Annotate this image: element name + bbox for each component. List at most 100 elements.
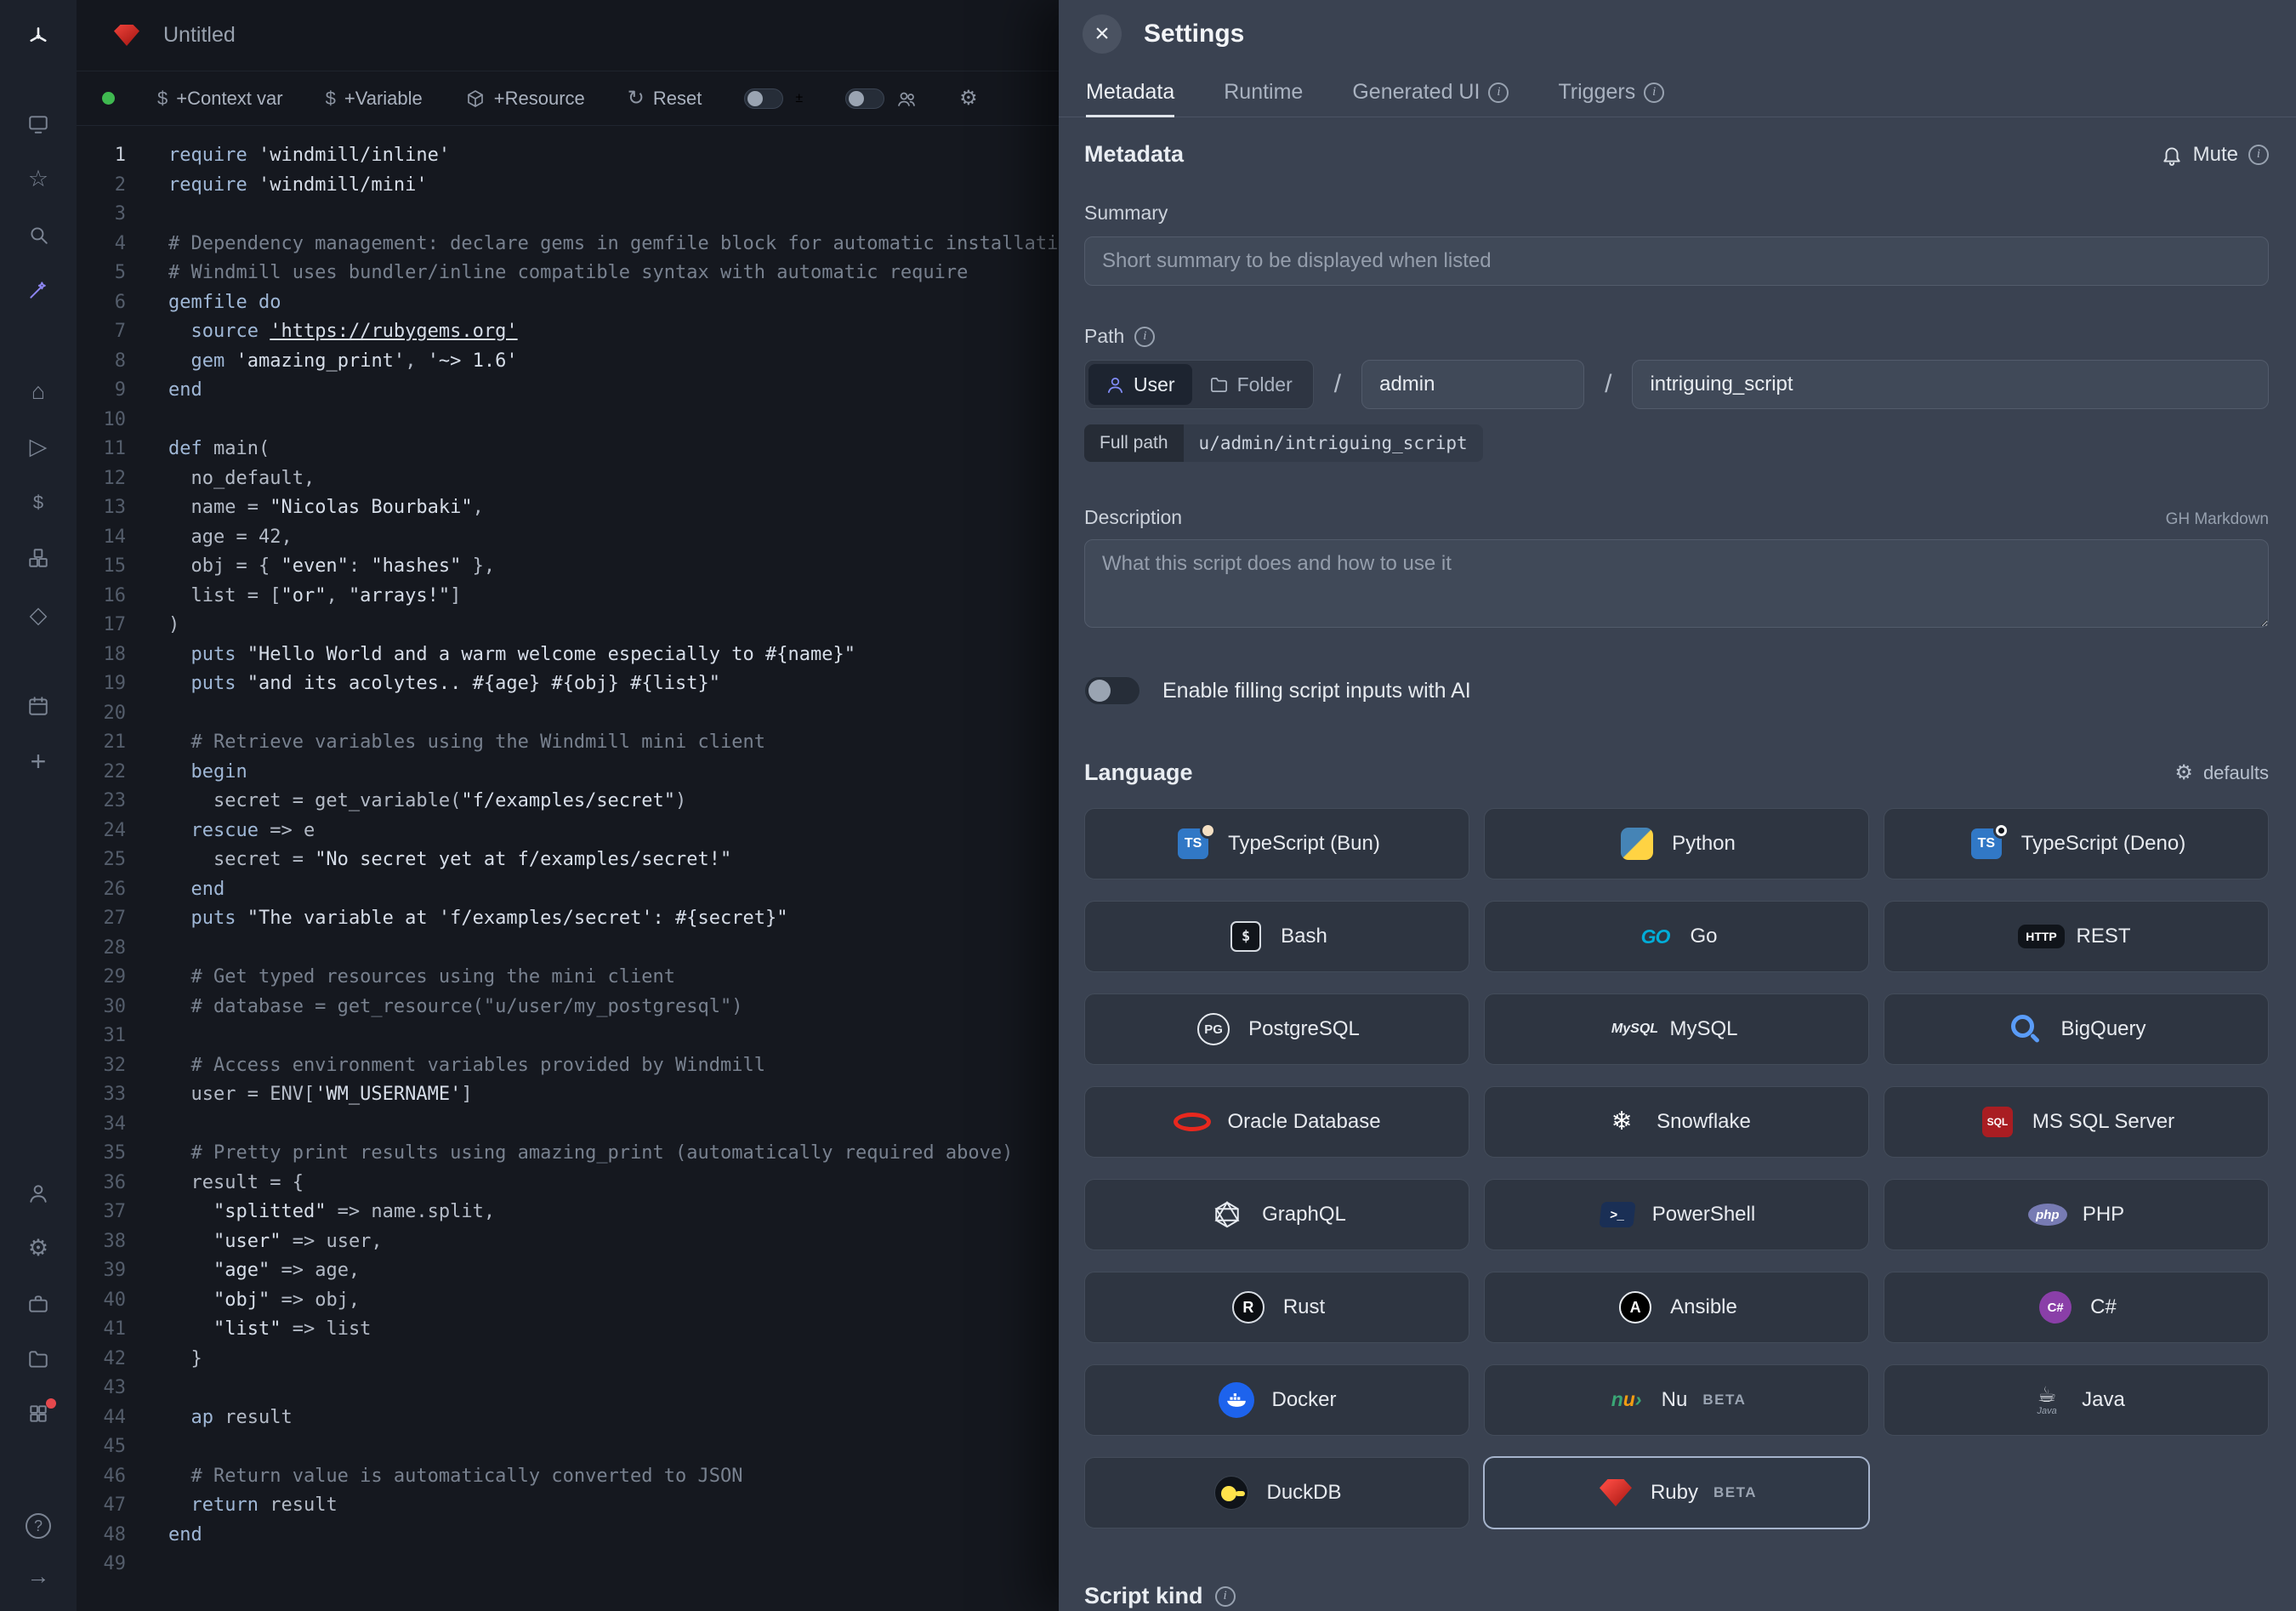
code-line[interactable]: end bbox=[168, 1521, 1081, 1551]
code-line[interactable]: begin bbox=[168, 758, 1081, 788]
code-line[interactable]: end bbox=[168, 376, 1081, 406]
code-line[interactable] bbox=[168, 699, 1081, 729]
script-title-input[interactable] bbox=[163, 23, 520, 48]
collab-mode-toggle[interactable] bbox=[845, 88, 884, 109]
description-textarea[interactable] bbox=[1084, 539, 2269, 628]
tab-runtime[interactable]: Runtime bbox=[1224, 68, 1303, 117]
language-option-mssql[interactable]: SQLMS SQL Server bbox=[1884, 1086, 2269, 1158]
code-line[interactable]: rescue => e bbox=[168, 817, 1081, 846]
code-line[interactable]: # Retrieve variables using the Windmill … bbox=[168, 728, 1081, 758]
tab-generated-ui[interactable]: Generated UI bbox=[1352, 68, 1509, 117]
variables-icon[interactable] bbox=[0, 484, 77, 521]
language-option-typescript-bun[interactable]: TSTypeScript (Bun) bbox=[1084, 808, 1469, 880]
language-option-oracle[interactable]: Oracle Database bbox=[1084, 1086, 1469, 1158]
collapse-sidebar-icon[interactable] bbox=[0, 1557, 77, 1595]
language-option-rust[interactable]: RRust bbox=[1084, 1272, 1469, 1343]
apps-grid-icon[interactable] bbox=[0, 1395, 77, 1432]
close-settings-button[interactable] bbox=[1083, 14, 1122, 54]
code-line[interactable] bbox=[168, 200, 1081, 230]
add-resource-button[interactable]: +Resource bbox=[465, 88, 585, 110]
reset-button[interactable]: Reset bbox=[628, 86, 702, 111]
owner-kind-user[interactable]: User bbox=[1088, 364, 1192, 405]
code-line[interactable]: "obj" => obj, bbox=[168, 1286, 1081, 1316]
mute-button[interactable]: Mute bbox=[2161, 143, 2269, 167]
favorites-icon[interactable] bbox=[0, 160, 77, 197]
code-line[interactable]: source 'https://rubygems.org' bbox=[168, 317, 1081, 347]
language-option-mysql[interactable]: MySQLMySQL bbox=[1484, 993, 1869, 1065]
language-option-go[interactable]: GOGo bbox=[1484, 901, 1869, 972]
code-line[interactable]: ap result bbox=[168, 1403, 1081, 1433]
search-icon[interactable] bbox=[0, 216, 77, 253]
language-option-snowflake[interactable]: ❄Snowflake bbox=[1484, 1086, 1869, 1158]
create-icon[interactable] bbox=[0, 743, 77, 780]
schedules-icon[interactable] bbox=[0, 687, 77, 725]
settings-icon[interactable] bbox=[0, 1229, 77, 1267]
code-line[interactable] bbox=[168, 934, 1081, 964]
code-line[interactable]: gem 'amazing_print', '~> 1.6' bbox=[168, 347, 1081, 377]
code-line[interactable]: "user" => user, bbox=[168, 1227, 1081, 1257]
code-line[interactable]: obj = { "even": "hashes" }, bbox=[168, 552, 1081, 582]
code-line[interactable] bbox=[168, 406, 1081, 435]
assets-icon[interactable] bbox=[0, 596, 77, 634]
language-option-graphql[interactable]: GraphQL bbox=[1084, 1179, 1469, 1250]
code-line[interactable]: list = ["or", "arrays!"] bbox=[168, 582, 1081, 612]
code-line[interactable]: age = 42, bbox=[168, 523, 1081, 553]
language-option-powershell[interactable]: >_PowerShell bbox=[1484, 1179, 1869, 1250]
code-line[interactable]: # Dependency management: declare gems in… bbox=[168, 230, 1081, 259]
code-line[interactable]: # Pretty print results using amazing_pri… bbox=[168, 1139, 1081, 1169]
language-option-csharp[interactable]: C#C# bbox=[1884, 1272, 2269, 1343]
editor-settings-icon[interactable] bbox=[959, 86, 978, 111]
code-line[interactable]: no_default, bbox=[168, 464, 1081, 494]
folders-icon[interactable] bbox=[0, 1341, 77, 1378]
code-line[interactable]: } bbox=[168, 1345, 1081, 1375]
code-line[interactable]: # Return value is automatically converte… bbox=[168, 1462, 1081, 1492]
language-option-ansible[interactable]: AAnsible bbox=[1484, 1272, 1869, 1343]
code-line[interactable] bbox=[168, 1550, 1081, 1580]
code-line[interactable]: puts "and its acolytes.. #{age} #{obj} #… bbox=[168, 669, 1081, 699]
workers-icon[interactable] bbox=[0, 1285, 77, 1323]
language-option-ruby[interactable]: RubyBETA bbox=[1484, 1457, 1869, 1528]
code-line[interactable]: ) bbox=[168, 611, 1081, 640]
code-line[interactable]: # Windmill uses bundler/inline compatibl… bbox=[168, 259, 1081, 288]
language-option-bash[interactable]: $Bash bbox=[1084, 901, 1469, 972]
path-owner-input[interactable] bbox=[1361, 360, 1584, 409]
language-option-typescript-deno[interactable]: TSTypeScript (Deno) bbox=[1884, 808, 2269, 880]
code-line[interactable]: puts "The variable at 'f/examples/secret… bbox=[168, 904, 1081, 934]
language-option-nu[interactable]: nu›NuBETA bbox=[1484, 1364, 1869, 1436]
summary-input[interactable] bbox=[1084, 236, 2269, 286]
runs-icon[interactable] bbox=[0, 428, 77, 465]
language-option-rest[interactable]: HTTPREST bbox=[1884, 901, 2269, 972]
windmill-logo[interactable] bbox=[0, 18, 77, 55]
code-line[interactable]: require 'windmill/inline' bbox=[168, 141, 1081, 171]
user-icon[interactable] bbox=[0, 1175, 77, 1212]
workspace-icon[interactable] bbox=[0, 105, 77, 143]
home-icon[interactable] bbox=[0, 373, 77, 410]
language-option-php[interactable]: phpPHP bbox=[1884, 1179, 2269, 1250]
code-line[interactable]: require 'windmill/mini' bbox=[168, 171, 1081, 201]
ai-inputs-toggle[interactable] bbox=[1084, 676, 1140, 705]
add-context-var-button[interactable]: +Context var bbox=[157, 88, 283, 110]
owner-kind-folder[interactable]: Folder bbox=[1192, 364, 1310, 405]
language-option-python[interactable]: Python bbox=[1484, 808, 1869, 880]
code-line[interactable]: "splitted" => name.split, bbox=[168, 1198, 1081, 1227]
language-option-duckdb[interactable]: DuckDB bbox=[1084, 1457, 1469, 1528]
path-name-input[interactable] bbox=[1632, 360, 2269, 409]
code-line[interactable]: return result bbox=[168, 1491, 1081, 1521]
language-defaults-button[interactable]: defaults bbox=[2174, 760, 2269, 785]
code-line[interactable] bbox=[168, 1110, 1081, 1140]
tab-metadata[interactable]: Metadata bbox=[1086, 68, 1174, 117]
code-line[interactable]: "age" => age, bbox=[168, 1256, 1081, 1286]
code-line[interactable]: user = ENV['WM_USERNAME'] bbox=[168, 1080, 1081, 1110]
code-line[interactable]: end bbox=[168, 875, 1081, 905]
code-line[interactable] bbox=[168, 1022, 1081, 1051]
add-variable-button[interactable]: +Variable bbox=[326, 88, 423, 110]
code-line[interactable]: # Access environment variables provided … bbox=[168, 1051, 1081, 1081]
ai-wand-icon[interactable] bbox=[0, 271, 77, 309]
code-line[interactable]: # database = get_resource("u/user/my_pos… bbox=[168, 993, 1081, 1022]
code-line[interactable]: result = { bbox=[168, 1169, 1081, 1198]
resources-icon[interactable] bbox=[0, 539, 77, 577]
tab-triggers[interactable]: Triggers bbox=[1558, 68, 1664, 117]
language-option-postgresql[interactable]: PGPostgreSQL bbox=[1084, 993, 1469, 1065]
code-line[interactable]: name = "Nicolas Bourbaki", bbox=[168, 493, 1081, 523]
code-line[interactable] bbox=[168, 1432, 1081, 1462]
